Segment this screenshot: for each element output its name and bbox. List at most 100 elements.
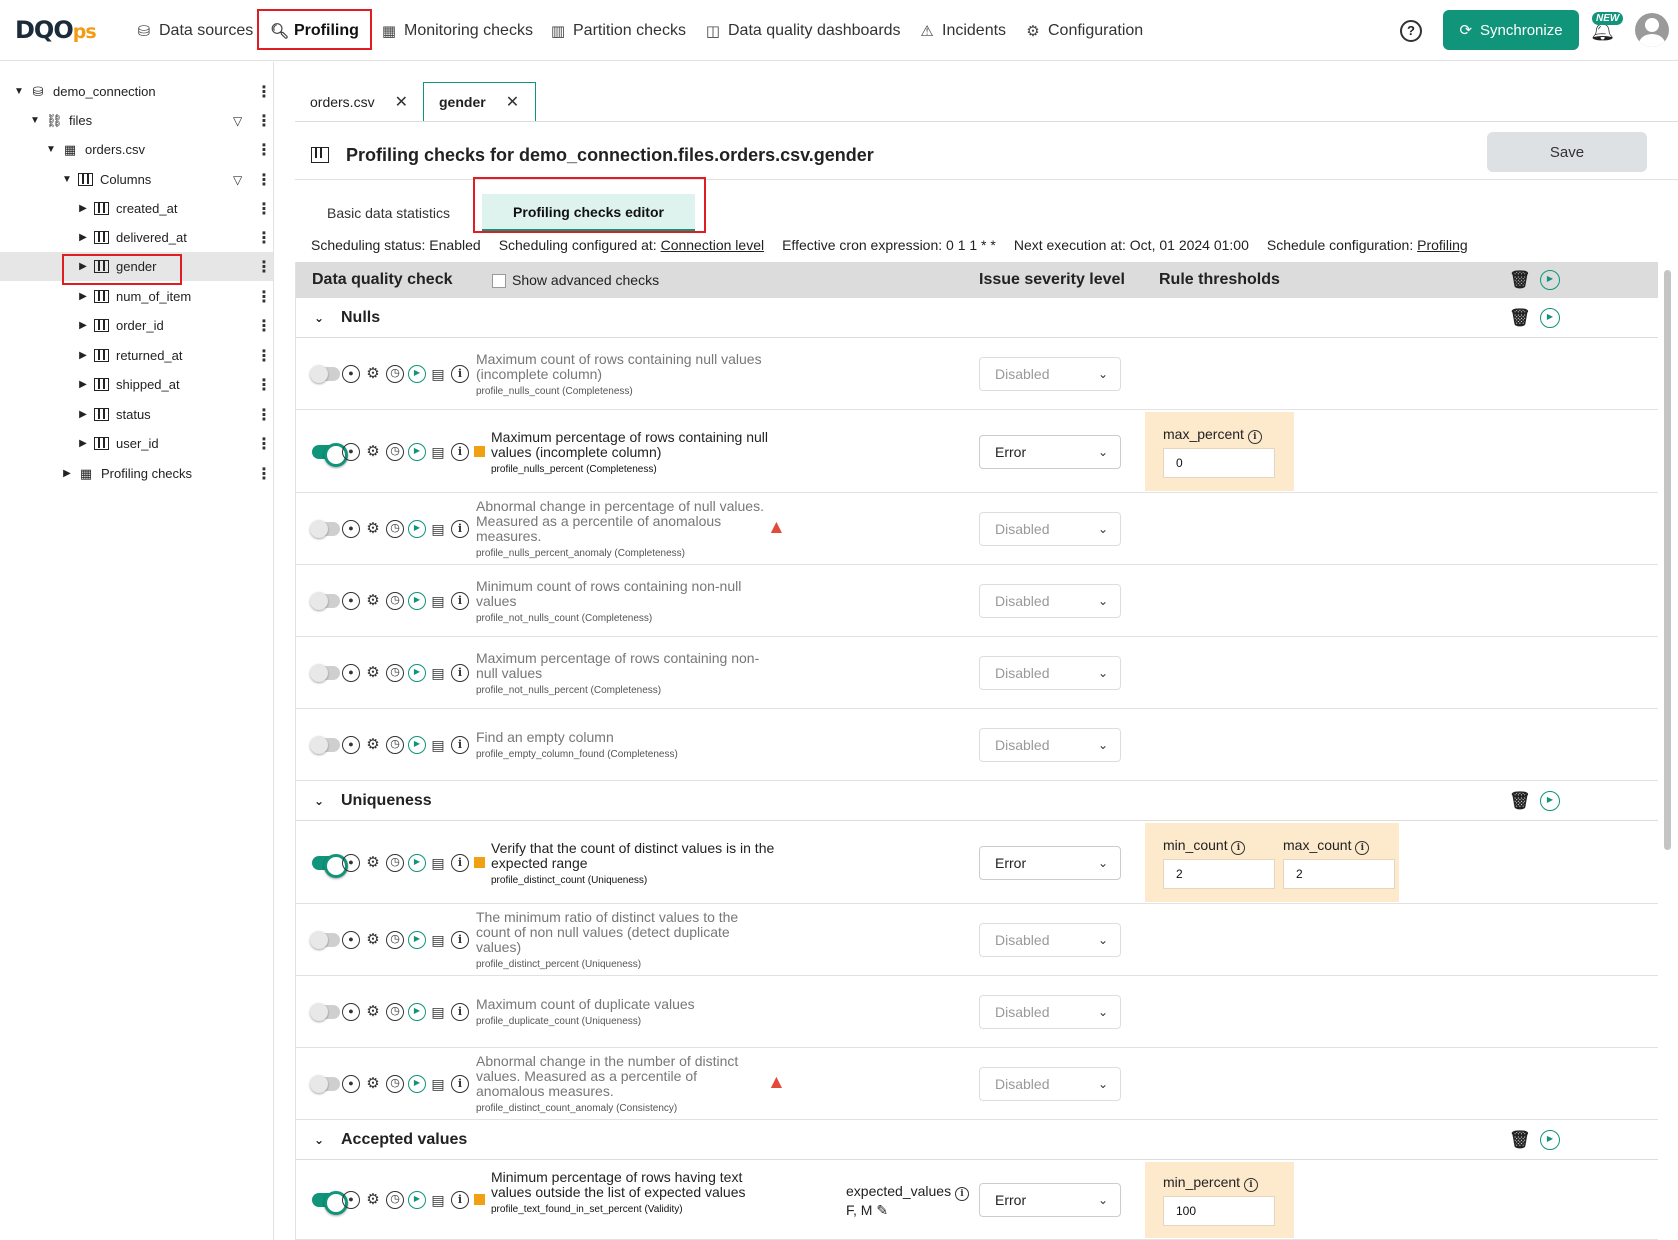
check-enable-toggle[interactable] bbox=[312, 1191, 348, 1215]
nav-monitoring-checks[interactable]: ▦ Monitoring checks bbox=[380, 17, 533, 45]
gear-icon[interactable]: ⚙ bbox=[364, 1191, 382, 1209]
check-enable-toggle[interactable] bbox=[310, 365, 340, 383]
tree-column-item[interactable]: ▶ order_id ⋮ bbox=[0, 311, 273, 340]
scrollbar[interactable] bbox=[1664, 270, 1671, 850]
run-check-icon[interactable]: ▶ bbox=[408, 592, 426, 610]
more-menu-icon[interactable]: ⋮ bbox=[256, 434, 272, 454]
run-checks-icon[interactable]: ▶ bbox=[1540, 270, 1560, 290]
group-nulls[interactable]: ⌄ Nulls 🗑︎ ▶ bbox=[296, 298, 1658, 338]
severity-select[interactable]: Error ⌄ bbox=[979, 846, 1121, 880]
caret-right-icon[interactable]: ▶ bbox=[77, 291, 89, 302]
threshold-input[interactable]: 100 bbox=[1163, 1196, 1275, 1226]
clock-icon[interactable]: ◷ bbox=[386, 736, 404, 754]
clock-icon[interactable]: ◷ bbox=[386, 1075, 404, 1093]
run-check-icon[interactable]: ▶ bbox=[408, 1191, 426, 1209]
caret-right-icon[interactable]: ▶ bbox=[77, 438, 89, 449]
tree-column-item[interactable]: ▶ delivered_at ⋮ bbox=[0, 223, 273, 252]
run-check-icon[interactable]: ▶ bbox=[408, 520, 426, 538]
clock-icon[interactable]: ◷ bbox=[386, 520, 404, 538]
results-list-icon[interactable]: ▤ bbox=[429, 520, 447, 538]
results-list-icon[interactable]: ▤ bbox=[429, 1191, 447, 1209]
stop-circle-icon[interactable]: ● bbox=[342, 1191, 360, 1209]
schedule-profiling-link[interactable]: Profiling bbox=[1417, 237, 1468, 253]
gear-icon[interactable]: ⚙ bbox=[364, 592, 382, 610]
severity-select[interactable]: Disabled ⌄ bbox=[979, 1067, 1121, 1101]
severity-select[interactable]: Disabled ⌄ bbox=[979, 584, 1121, 618]
info-icon[interactable]: i bbox=[1243, 1178, 1258, 1192]
info-icon[interactable]: i bbox=[1247, 430, 1262, 444]
clock-icon[interactable]: ◷ bbox=[386, 443, 404, 461]
gear-icon[interactable]: ⚙ bbox=[364, 736, 382, 754]
nav-profiling[interactable]: 🔍︎ Profiling bbox=[270, 17, 359, 45]
results-list-icon[interactable]: ▤ bbox=[429, 1003, 447, 1021]
severity-select[interactable]: Disabled ⌄ bbox=[979, 512, 1121, 546]
tab-orders-csv[interactable]: orders.csv ✕ bbox=[295, 82, 410, 122]
edit-icon[interactable]: ✎ bbox=[876, 1202, 888, 1218]
severity-select[interactable]: Disabled ⌄ bbox=[979, 357, 1121, 391]
more-menu-icon[interactable]: ⋮ bbox=[256, 228, 272, 248]
results-list-icon[interactable]: ▤ bbox=[429, 365, 447, 383]
info-icon[interactable]: i bbox=[451, 736, 469, 754]
gear-icon[interactable]: ⚙ bbox=[364, 365, 382, 383]
dqops-logo[interactable]: DQOps bbox=[15, 16, 97, 44]
severity-select[interactable]: Disabled ⌄ bbox=[979, 995, 1121, 1029]
results-list-icon[interactable]: ▤ bbox=[429, 592, 447, 610]
check-enable-toggle[interactable] bbox=[310, 736, 340, 754]
run-checks-icon[interactable]: ▶ bbox=[1540, 790, 1560, 811]
stop-circle-icon[interactable]: ● bbox=[342, 520, 360, 538]
clock-icon[interactable]: ◷ bbox=[386, 1191, 404, 1209]
info-icon[interactable]: i bbox=[451, 520, 469, 538]
run-check-icon[interactable]: ▶ bbox=[408, 443, 426, 461]
clock-icon[interactable]: ◷ bbox=[386, 664, 404, 682]
tree-column-item[interactable]: ▶ user_id ⋮ bbox=[0, 429, 273, 458]
caret-right-icon[interactable]: ▶ bbox=[77, 203, 89, 214]
run-check-icon[interactable]: ▶ bbox=[408, 931, 426, 949]
clock-icon[interactable]: ◷ bbox=[386, 854, 404, 872]
info-icon[interactable]: i bbox=[954, 1187, 969, 1201]
group-uniqueness[interactable]: ⌄ Uniqueness 🗑︎ ▶ bbox=[296, 781, 1658, 821]
info-icon[interactable]: i bbox=[1231, 841, 1246, 855]
tree-profiling-checks[interactable]: ▶ ▦ Profiling checks ⋮ bbox=[0, 459, 273, 488]
stop-circle-icon[interactable]: ● bbox=[342, 854, 360, 872]
tab-gender[interactable]: gender ✕ bbox=[423, 82, 536, 122]
threshold-input[interactable]: 2 bbox=[1283, 859, 1395, 889]
help-icon[interactable]: ? bbox=[1400, 20, 1422, 42]
subtab-profiling-checks-editor[interactable]: Profiling checks editor bbox=[482, 194, 695, 232]
info-icon[interactable]: i bbox=[451, 1075, 469, 1093]
chevron-down-icon[interactable]: ⌄ bbox=[314, 794, 324, 808]
caret-down-icon[interactable]: ▼ bbox=[45, 144, 57, 155]
threshold-input[interactable]: 2 bbox=[1163, 859, 1275, 889]
run-checks-icon[interactable]: ▶ bbox=[1540, 307, 1560, 328]
stop-circle-icon[interactable]: ● bbox=[342, 1075, 360, 1093]
stop-circle-icon[interactable]: ● bbox=[342, 365, 360, 383]
run-check-icon[interactable]: ▶ bbox=[408, 1003, 426, 1021]
tree-column-item[interactable]: ▶ returned_at ⋮ bbox=[0, 341, 273, 370]
clock-icon[interactable]: ◷ bbox=[386, 1003, 404, 1021]
info-icon[interactable]: i bbox=[451, 1191, 469, 1209]
run-checks-icon[interactable]: ▶ bbox=[1540, 1129, 1560, 1150]
results-list-icon[interactable]: ▤ bbox=[429, 931, 447, 949]
caret-right-icon[interactable]: ▶ bbox=[61, 468, 73, 479]
severity-select[interactable]: Error ⌄ bbox=[979, 1183, 1121, 1217]
info-icon[interactable]: i bbox=[451, 592, 469, 610]
caret-right-icon[interactable]: ▶ bbox=[77, 320, 89, 331]
user-avatar[interactable] bbox=[1635, 13, 1669, 47]
group-accepted[interactable]: ⌄ Accepted values 🗑︎ ▶ bbox=[296, 1120, 1658, 1160]
info-icon[interactable]: i bbox=[451, 854, 469, 872]
caret-down-icon[interactable]: ▼ bbox=[13, 86, 25, 97]
filter-icon[interactable]: ▽ bbox=[233, 114, 242, 128]
run-check-icon[interactable]: ▶ bbox=[408, 854, 426, 872]
nav-data-sources[interactable]: ⛁ Data sources bbox=[135, 17, 254, 45]
check-enable-toggle[interactable] bbox=[310, 931, 340, 949]
trash-icon[interactable]: 🗑︎ bbox=[1509, 791, 1531, 811]
stop-circle-icon[interactable]: ● bbox=[342, 736, 360, 754]
caret-down-icon[interactable]: ▼ bbox=[61, 174, 73, 185]
results-list-icon[interactable]: ▤ bbox=[429, 854, 447, 872]
advanced-checkbox[interactable] bbox=[492, 274, 506, 289]
more-menu-icon[interactable]: ⋮ bbox=[256, 82, 272, 102]
stop-circle-icon[interactable]: ● bbox=[342, 664, 360, 682]
tree-table[interactable]: ▼ ▦ orders.csv ⋮ bbox=[0, 135, 273, 164]
stop-circle-icon[interactable]: ● bbox=[342, 1003, 360, 1021]
info-icon[interactable]: i bbox=[451, 664, 469, 682]
gear-icon[interactable]: ⚙ bbox=[364, 664, 382, 682]
